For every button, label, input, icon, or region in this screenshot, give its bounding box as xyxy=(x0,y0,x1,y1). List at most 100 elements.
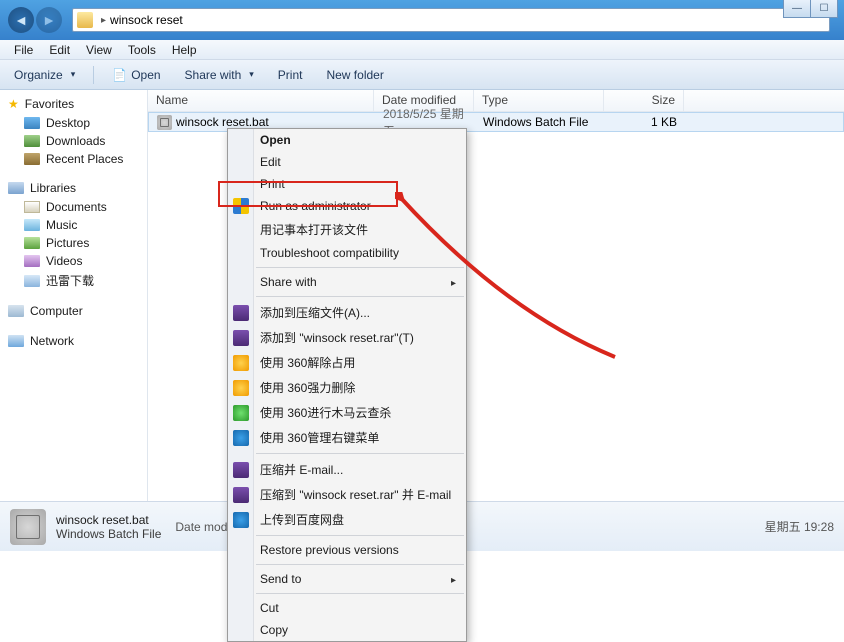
details-filetype: Windows Batch File xyxy=(56,527,161,541)
cmd-new-folder[interactable]: New folder xyxy=(320,65,389,85)
batch-file-icon xyxy=(157,115,172,130)
address-bar[interactable]: ▸ xyxy=(72,8,830,32)
separator xyxy=(256,453,464,454)
nav-videos-label: Videos xyxy=(46,254,82,268)
recent-icon xyxy=(24,153,40,165)
nav-computer-label: Computer xyxy=(30,304,83,318)
ctx-360-scan[interactable]: 使用 360进行木马云查杀 xyxy=(228,400,466,425)
ctx-restore-versions[interactable]: Restore previous versions xyxy=(228,539,466,561)
ctx-troubleshoot[interactable]: Troubleshoot compatibility xyxy=(228,242,466,264)
ctx-share-with-label: Share with xyxy=(260,275,317,289)
360-icon xyxy=(233,355,249,371)
nav-computer[interactable]: Computer xyxy=(0,301,147,321)
menu-bar: File Edit View Tools Help xyxy=(0,40,844,60)
nav-network[interactable]: Network xyxy=(0,331,147,351)
cmd-organize[interactable]: Organize xyxy=(8,65,81,85)
360-icon xyxy=(233,430,249,446)
baidu-icon xyxy=(233,512,249,528)
nav-desktop[interactable]: Desktop xyxy=(0,114,147,132)
ctx-edit[interactable]: Edit xyxy=(228,151,466,173)
ctx-zip-email[interactable]: 压缩并 E-mail... xyxy=(228,457,466,482)
ctx-send-to-label: Send to xyxy=(260,572,301,586)
nav-back-button[interactable]: ◄ xyxy=(8,7,34,33)
nav-videos[interactable]: Videos xyxy=(0,252,147,270)
nav-documents[interactable]: Documents xyxy=(0,198,147,216)
separator xyxy=(256,593,464,594)
minimize-button[interactable]: — xyxy=(783,0,811,18)
xunlei-icon xyxy=(24,275,40,287)
nav-music-label: Music xyxy=(46,218,77,232)
nav-pictures-label: Pictures xyxy=(46,236,89,250)
ctx-open[interactable]: Open xyxy=(228,129,466,151)
chevron-right-icon xyxy=(451,275,456,289)
360-icon xyxy=(233,405,249,421)
rar-icon xyxy=(233,330,249,346)
ctx-360-menu-label: 使用 360管理右键菜单 xyxy=(260,429,379,446)
ctx-360-scan-label: 使用 360进行木马云查杀 xyxy=(260,404,391,421)
ctx-360-unlock-label: 使用 360解除占用 xyxy=(260,354,355,371)
ctx-baidu-upload[interactable]: 上传到百度网盘 xyxy=(228,507,466,532)
ctx-360-unlock[interactable]: 使用 360解除占用 xyxy=(228,350,466,375)
ctx-cut[interactable]: Cut xyxy=(228,597,466,619)
nav-favorites[interactable]: ★Favorites xyxy=(0,94,147,114)
nav-xunlei-label: 迅雷下载 xyxy=(46,272,94,289)
ctx-add-archive[interactable]: 添加到压缩文件(A)... xyxy=(228,300,466,325)
ctx-zip-to-email[interactable]: 压缩到 "winsock reset.rar" 并 E-mail xyxy=(228,482,466,507)
col-size[interactable]: Size xyxy=(604,90,684,111)
menu-view[interactable]: View xyxy=(78,41,120,59)
nav-forward-button[interactable]: ► xyxy=(36,7,62,33)
music-icon xyxy=(24,219,40,231)
ctx-send-to[interactable]: Send to xyxy=(228,568,466,590)
ctx-run-as-admin-label: Run as administrator xyxy=(260,199,371,213)
maximize-button[interactable]: ☐ xyxy=(810,0,838,18)
file-name: winsock reset.bat xyxy=(176,115,269,129)
navigation-pane: ★Favorites Desktop Downloads Recent Plac… xyxy=(0,90,148,501)
nav-music[interactable]: Music xyxy=(0,216,147,234)
360-icon xyxy=(233,380,249,396)
col-name[interactable]: Name xyxy=(148,90,374,111)
nav-network-label: Network xyxy=(30,334,74,348)
cmd-open-label: Open xyxy=(131,68,160,82)
ctx-add-rar-label: 添加到 "winsock reset.rar"(T) xyxy=(260,329,414,346)
rar-icon xyxy=(233,487,249,503)
menu-help[interactable]: Help xyxy=(164,41,205,59)
separator xyxy=(256,296,464,297)
computer-icon xyxy=(8,305,24,317)
cmd-open[interactable]: 📄 Open xyxy=(106,65,166,85)
ctx-run-as-admin[interactable]: Run as administrator xyxy=(228,195,466,217)
nav-pictures[interactable]: Pictures xyxy=(0,234,147,252)
column-headers: Name Date modified Type Size xyxy=(148,90,844,112)
menu-tools[interactable]: Tools xyxy=(120,41,164,59)
ctx-add-rar[interactable]: 添加到 "winsock reset.rar"(T) xyxy=(228,325,466,350)
videos-icon xyxy=(24,255,40,267)
nav-recent[interactable]: Recent Places xyxy=(0,150,147,168)
ctx-copy[interactable]: Copy xyxy=(228,619,466,641)
separator xyxy=(93,66,94,84)
ctx-share-with[interactable]: Share with xyxy=(228,271,466,293)
separator xyxy=(256,564,464,565)
ctx-360-delete-label: 使用 360强力删除 xyxy=(260,379,355,396)
ctx-print[interactable]: Print xyxy=(228,173,466,195)
address-input[interactable] xyxy=(110,13,825,27)
nav-downloads[interactable]: Downloads xyxy=(0,132,147,150)
cmd-share[interactable]: Share with xyxy=(179,65,260,85)
nav-documents-label: Documents xyxy=(46,200,107,214)
menu-file[interactable]: File xyxy=(6,41,41,59)
menu-edit[interactable]: Edit xyxy=(41,41,78,59)
ctx-open-notepad[interactable]: 用记事本打开该文件 xyxy=(228,217,466,242)
desktop-icon xyxy=(24,117,40,129)
titlebar: ◄ ► ▸ — ☐ xyxy=(0,0,844,40)
nav-libraries[interactable]: Libraries xyxy=(0,178,147,198)
col-type[interactable]: Type xyxy=(474,90,604,111)
ctx-360-delete[interactable]: 使用 360强力删除 xyxy=(228,375,466,400)
nav-xunlei[interactable]: 迅雷下载 xyxy=(0,270,147,291)
ctx-baidu-label: 上传到百度网盘 xyxy=(260,511,344,528)
file-size: 1 KB xyxy=(605,115,685,129)
downloads-icon xyxy=(24,135,40,147)
details-date-value: 星期五 19:28 xyxy=(765,518,834,535)
chevron-right-icon[interactable]: ▸ xyxy=(101,15,106,26)
network-icon xyxy=(8,335,24,347)
libraries-icon xyxy=(8,182,24,194)
ctx-360-menu[interactable]: 使用 360管理右键菜单 xyxy=(228,425,466,450)
cmd-print[interactable]: Print xyxy=(272,65,309,85)
